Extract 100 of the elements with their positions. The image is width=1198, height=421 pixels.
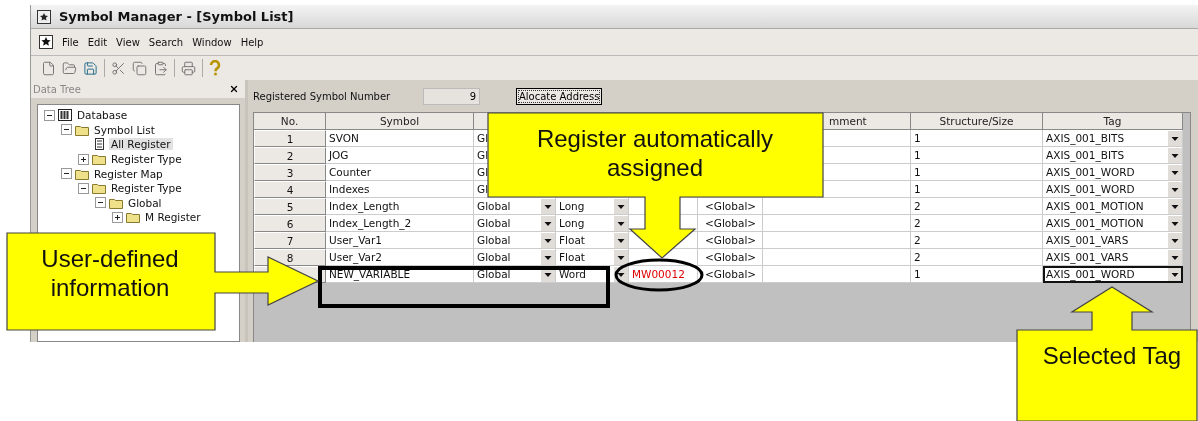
table-cell: MW00012 [629, 266, 698, 283]
star-icon[interactable] [39, 35, 53, 49]
dropdown-cell[interactable]: AXIS_001_VARS [1043, 232, 1183, 249]
tree-item[interactable]: M Register [143, 211, 203, 224]
menu-item[interactable]: File [62, 36, 79, 48]
menu-item[interactable]: Help [240, 36, 264, 48]
row-header[interactable]: 2 [254, 147, 326, 164]
tree-item[interactable]: Symbol List [92, 123, 157, 136]
table-cell: Gl [474, 164, 488, 181]
dropdown-cell[interactable]: Global [474, 249, 556, 266]
menu-item[interactable]: Search [148, 36, 184, 48]
dropdown-cell[interactable]: AXIS_001_BITS [1043, 147, 1183, 164]
row-header[interactable]: 1 [254, 130, 326, 147]
dropdown-cell[interactable]: AXIS_001_VARS [1043, 249, 1183, 266]
database-icon [58, 108, 72, 123]
dropdown-button[interactable] [1168, 266, 1182, 282]
table-cell: 1 [911, 147, 1043, 164]
dropdown-cell[interactable]: Global [474, 198, 556, 215]
folder-icon [126, 210, 140, 225]
save-icon[interactable] [83, 60, 98, 76]
column-header: No. [254, 113, 326, 130]
table-cell: Gl [474, 181, 488, 198]
table-cell: <Global> [698, 215, 763, 232]
dropdown-cell[interactable]: Long [556, 198, 629, 215]
dropdown-cell[interactable]: Float [556, 249, 629, 266]
scissors-icon[interactable] [111, 60, 126, 76]
dropdown-button[interactable] [541, 232, 555, 248]
dropdown-button[interactable] [614, 198, 628, 214]
tree-item[interactable]: Database [75, 109, 130, 122]
menu-item[interactable]: View [116, 36, 140, 48]
tree-item[interactable]: Register Map [92, 167, 165, 180]
menu-item[interactable]: Edit [87, 36, 108, 48]
tree-item[interactable]: Register Type [109, 182, 184, 195]
row-header[interactable]: 6 [254, 215, 326, 232]
table-cell: Index_Length_2 [326, 215, 474, 232]
dropdown-button[interactable] [541, 215, 555, 231]
dropdown-button[interactable] [541, 249, 555, 265]
table-cell: Counter [326, 164, 474, 181]
table-cell: 2 [911, 249, 1043, 266]
row-header[interactable]: 7 [254, 232, 326, 249]
tree-item[interactable]: All Register [109, 138, 173, 151]
collapse-toggle[interactable] [61, 124, 72, 136]
dropdown-cell[interactable]: AXIS_001_WORD [1043, 266, 1183, 283]
menu-item[interactable]: Window [192, 36, 232, 48]
table-cell: 1 [911, 181, 1043, 198]
allocate-button[interactable]: Alocate Address [516, 87, 603, 105]
dropdown-cell[interactable]: Float [556, 232, 629, 249]
printer-icon[interactable] [181, 60, 196, 76]
dropdown-button[interactable] [1168, 147, 1182, 163]
collapse-toggle[interactable] [44, 109, 55, 121]
dropdown-cell[interactable]: AXIS_001_WORD [1043, 164, 1183, 181]
table-cell: Indexes [326, 181, 474, 198]
collapse-toggle[interactable] [78, 182, 89, 194]
collapse-toggle[interactable] [61, 168, 72, 180]
dropdown-cell[interactable]: Global [474, 215, 556, 232]
table-cell: 1 [911, 164, 1043, 181]
dropdown-button[interactable] [1168, 198, 1182, 214]
dropdown-button[interactable] [1168, 164, 1182, 180]
dropdown-cell[interactable]: Long [556, 215, 629, 232]
tree-item[interactable]: Global [126, 196, 164, 209]
count-field: 9 [423, 87, 480, 105]
row-header[interactable]: 8 [254, 249, 326, 266]
dropdown-button[interactable] [1168, 232, 1182, 248]
collapse-toggle[interactable] [95, 197, 106, 209]
dropdown-button[interactable] [1168, 249, 1182, 265]
row-header[interactable]: 5 [254, 198, 326, 215]
dropdown-button[interactable] [614, 215, 628, 231]
list-document-icon [92, 137, 106, 152]
callout-text: Selected Tag [1041, 341, 1183, 370]
row-header[interactable]: 4 [254, 181, 326, 198]
dropdown-cell[interactable]: AXIS_001_WORD [1043, 181, 1183, 198]
table-cell: Index_Length [326, 198, 474, 215]
table-cell: 1 [911, 266, 1043, 283]
dropdown-cell[interactable]: AXIS_001_MOTION [1043, 215, 1183, 232]
expand-toggle[interactable] [112, 211, 123, 223]
table-cell: <Global> [698, 198, 763, 215]
open-folder-icon[interactable] [62, 60, 77, 76]
folder-icon [92, 152, 106, 167]
dropdown-cell[interactable]: Global [474, 232, 556, 249]
app-icon [37, 9, 51, 24]
dropdown-button[interactable] [614, 249, 628, 265]
paste-icon[interactable] [153, 60, 168, 76]
dropdown-button[interactable] [1168, 215, 1182, 231]
close-icon[interactable] [229, 84, 239, 94]
expand-toggle[interactable] [78, 153, 89, 165]
window-title: Symbol Manager - [Symbol List] [59, 9, 294, 24]
dropdown-cell[interactable]: AXIS_001_MOTION [1043, 198, 1183, 215]
dropdown-button[interactable] [541, 198, 555, 214]
row-header[interactable]: 3 [254, 164, 326, 181]
tree-item[interactable]: Register Type [109, 153, 184, 166]
dropdown-button[interactable] [614, 232, 628, 248]
column-header: Structure/Size [911, 113, 1043, 130]
dropdown-button[interactable] [1168, 130, 1182, 146]
column-header: Symbol [326, 113, 474, 130]
dropdown-button[interactable] [1168, 181, 1182, 197]
table-cell: Gl [474, 147, 488, 164]
dropdown-cell[interactable]: AXIS_001_BITS [1043, 130, 1183, 147]
table-cell: User_Var2 [326, 249, 474, 266]
copy-icon[interactable] [132, 60, 147, 76]
new-file-icon[interactable] [41, 60, 56, 76]
